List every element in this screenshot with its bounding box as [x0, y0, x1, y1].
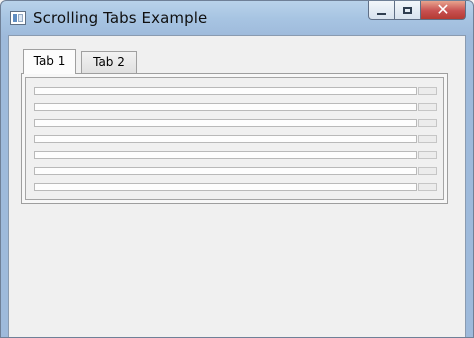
- row-6: [34, 167, 437, 175]
- close-icon: ✕: [436, 0, 450, 19]
- row-3-field[interactable]: [34, 119, 417, 127]
- row-5-field[interactable]: [34, 151, 417, 159]
- caption-buttons: ✕: [368, 1, 466, 21]
- row-6-field[interactable]: [34, 167, 417, 175]
- row-6-button[interactable]: [418, 167, 437, 175]
- app-icon: [10, 11, 26, 25]
- app-window: Scrolling Tabs Example ✕ Tab 1 Tab 2: [0, 0, 474, 338]
- row-7-field[interactable]: [34, 183, 417, 191]
- tab-1[interactable]: Tab 1: [23, 49, 76, 74]
- row-7: [34, 183, 437, 191]
- row-5: [34, 151, 437, 159]
- close-button[interactable]: ✕: [421, 1, 466, 20]
- row-5-button[interactable]: [418, 151, 437, 159]
- tab-2[interactable]: Tab 2: [81, 51, 137, 73]
- window-title: Scrolling Tabs Example: [33, 9, 208, 27]
- row-1-button[interactable]: [418, 87, 437, 95]
- client-area: Tab 1 Tab 2: [8, 35, 466, 337]
- row-1-field[interactable]: [34, 87, 417, 95]
- row-7-button[interactable]: [418, 183, 437, 191]
- title-bar[interactable]: Scrolling Tabs Example ✕: [1, 1, 473, 35]
- maximize-icon: [403, 6, 412, 14]
- minimize-button[interactable]: [368, 1, 395, 20]
- row-2-button[interactable]: [418, 103, 437, 111]
- scroll-frame: [25, 77, 444, 200]
- row-1: [34, 87, 437, 95]
- row-4-field[interactable]: [34, 135, 417, 143]
- maximize-button[interactable]: [395, 1, 421, 20]
- row-3-button[interactable]: [418, 119, 437, 127]
- tab-widget: Tab 1 Tab 2: [15, 43, 455, 205]
- row-3: [34, 119, 437, 127]
- row-4-button[interactable]: [418, 135, 437, 143]
- row-2: [34, 103, 437, 111]
- tab-pane: [21, 73, 448, 204]
- row-4: [34, 135, 437, 143]
- minimize-icon: [377, 12, 386, 15]
- row-2-field[interactable]: [34, 103, 417, 111]
